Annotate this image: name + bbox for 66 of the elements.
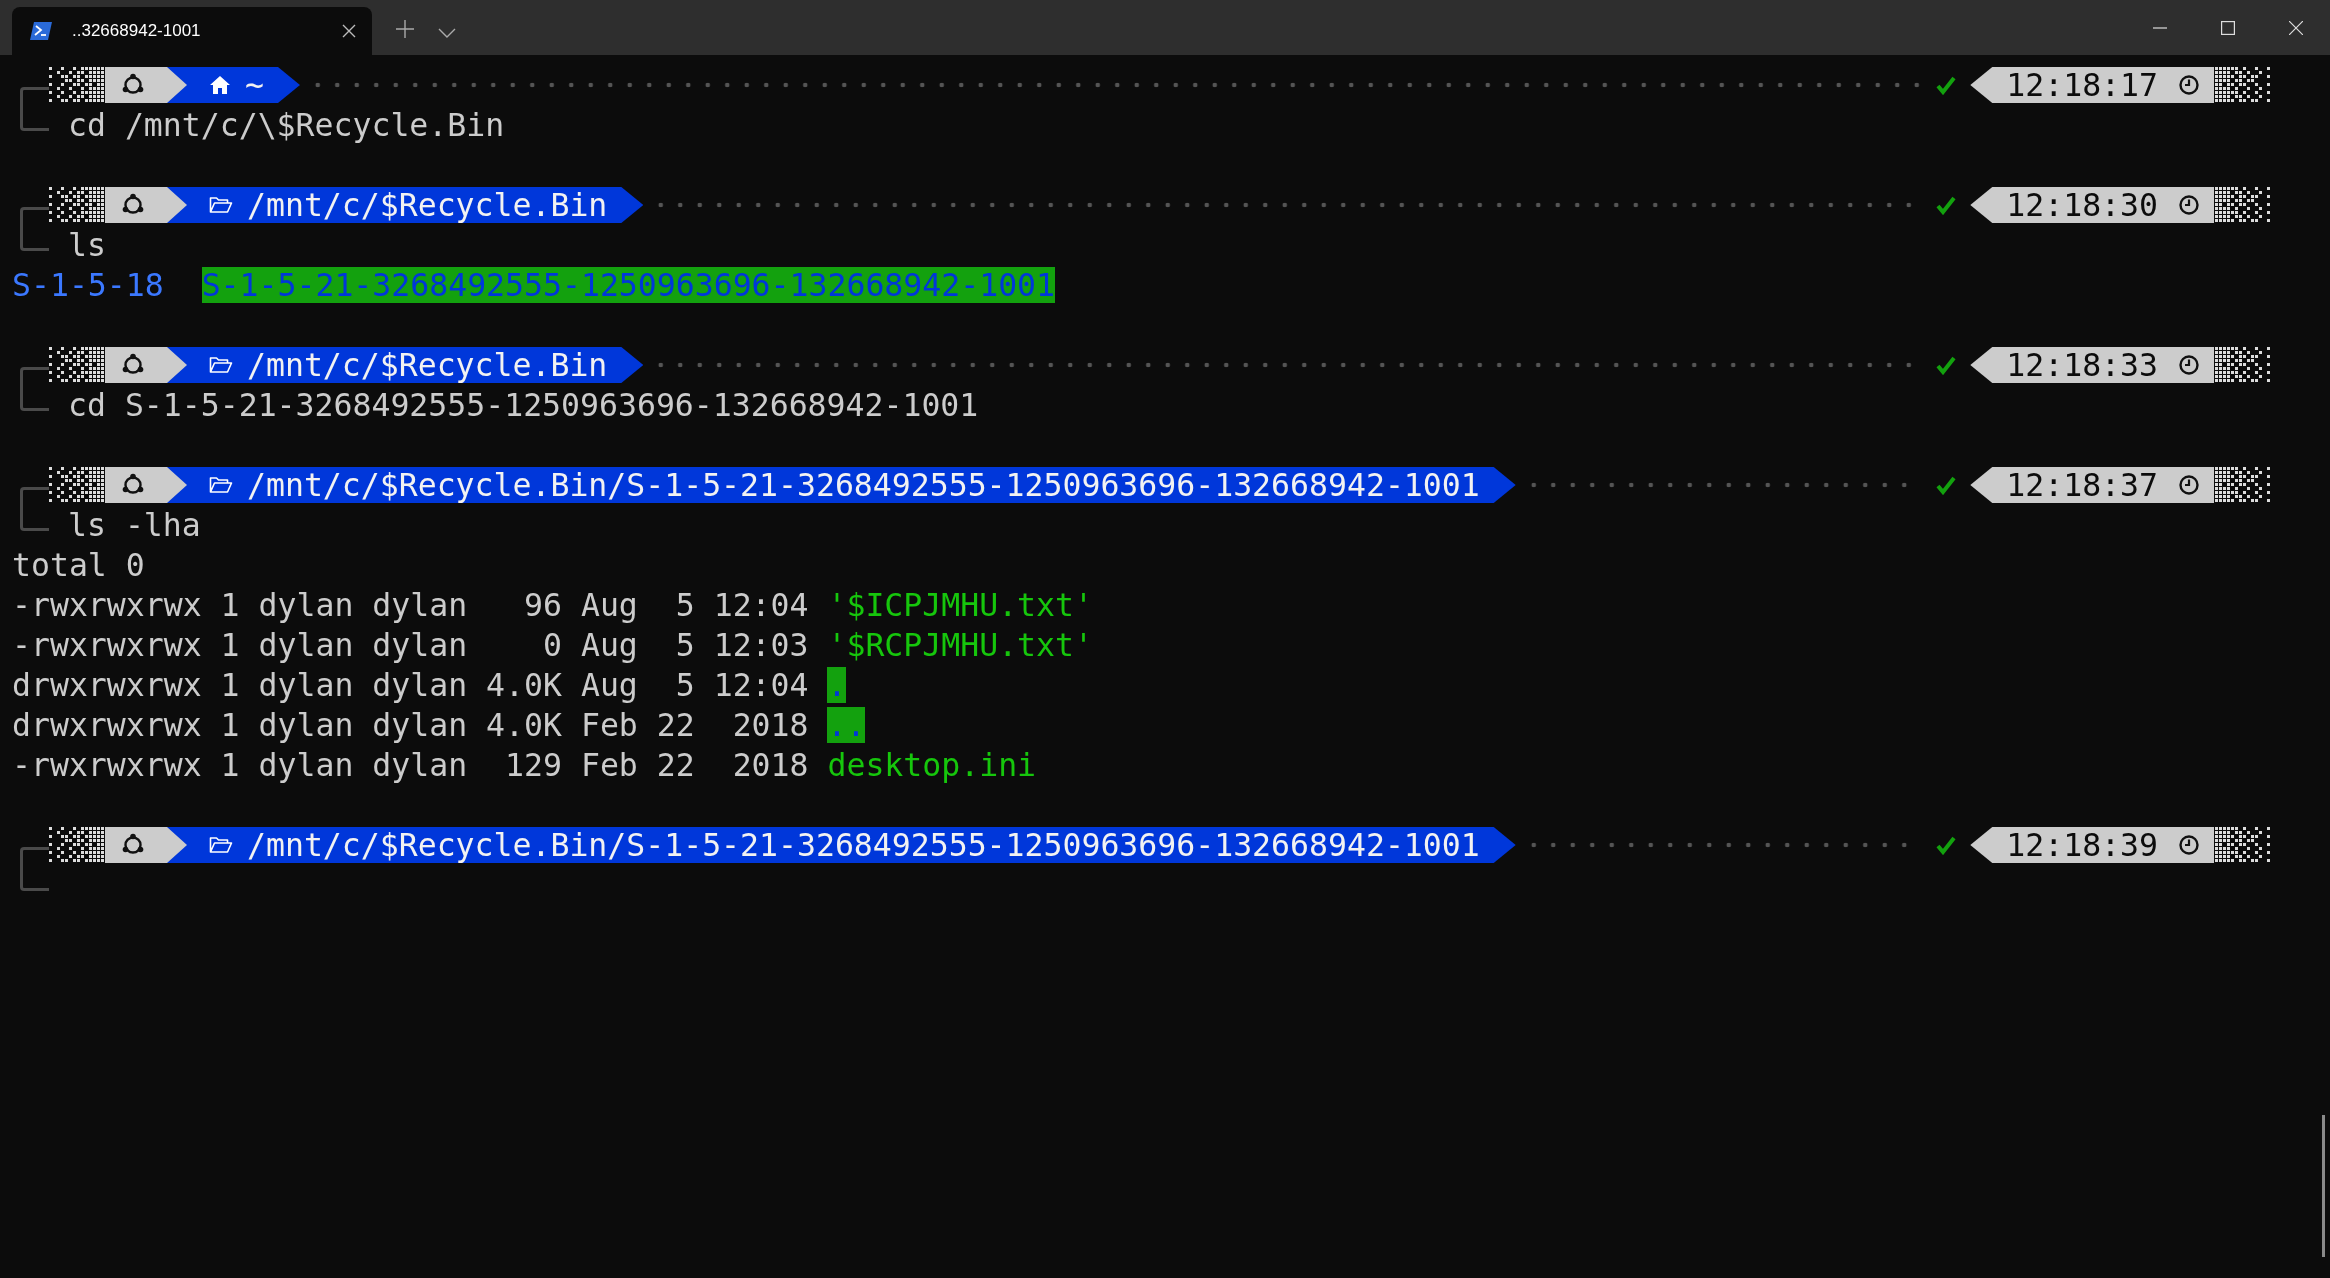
scrollbar-thumb[interactable]: [2322, 1115, 2325, 1257]
maximize-icon[interactable]: [2221, 21, 2235, 35]
ubuntu-logo-icon: [121, 193, 145, 217]
close-tab-icon[interactable]: [342, 24, 356, 38]
time-text: 12:18:30: [2006, 187, 2158, 223]
dither-pattern: [2214, 827, 2270, 863]
dither-pattern: [2214, 467, 2270, 503]
dither-pattern: [2214, 67, 2270, 103]
clock-icon: [2178, 474, 2200, 496]
path-text: /mnt/c/$Recycle.Bin: [247, 187, 608, 223]
ubuntu-logo-icon: [121, 473, 145, 497]
dither-pattern: [2214, 347, 2270, 383]
folder-icon: [209, 196, 233, 214]
folder-icon: [209, 356, 233, 374]
folder-icon: [209, 836, 233, 854]
ubuntu-logo-icon: [121, 353, 145, 377]
file-name: .: [827, 667, 847, 703]
file-name: desktop.ini: [827, 747, 1037, 783]
folder-icon: [209, 476, 233, 494]
file-info: -rwxrwxrwx 1 dylan dylan 129 Feb 22 2018: [12, 747, 809, 783]
time-text: 12:18:17: [2006, 67, 2158, 103]
output-text: total 0: [12, 547, 145, 583]
command-text: cd S-1-5-21-3268492555-1250963696-132668942-1001: [68, 387, 979, 423]
file-name: '$RCPJMHU.txt': [827, 627, 1093, 663]
path-text: /mnt/c/$Recycle.Bin/S-1-5-21-3268492555-1250963696-132668942-1001: [247, 467, 1480, 503]
dither-pattern: [2214, 187, 2270, 223]
dither-pattern: [49, 67, 105, 103]
path-text: /mnt/c/$Recycle.Bin/S-1-5-21-3268492555-1250963696-132668942-1001: [247, 827, 1480, 863]
file-info: drwxrwxrwx 1 dylan dylan 4.0K Aug 5 12:04: [12, 667, 809, 703]
prompt-connector: [20, 367, 49, 411]
prompt-connector: [20, 207, 49, 251]
file-info: -rwxrwxrwx 1 dylan dylan 0 Aug 5 12:03: [12, 627, 809, 663]
file-name: '$ICPJMHU.txt': [827, 587, 1093, 623]
command-text: ls: [68, 227, 106, 263]
file-info: -rwxrwxrwx 1 dylan dylan 96 Aug 5 12:04: [12, 587, 809, 623]
terminal-tab[interactable]: ..32668942-1001: [12, 7, 372, 55]
time-text: 12:18:33: [2006, 347, 2158, 383]
file-info: drwxrwxrwx 1 dylan dylan 4.0K Feb 22 2018: [12, 707, 809, 743]
prompt-connector: [20, 487, 49, 531]
new-tab-plus-icon[interactable]: [396, 20, 414, 38]
tab-title: ..32668942-1001: [72, 21, 202, 41]
dither-pattern: [49, 467, 105, 503]
file-name: S-1-5-18: [12, 267, 164, 303]
time-text: 12:18:37: [2006, 467, 2158, 503]
close-window-icon[interactable]: [2289, 21, 2303, 35]
file-name: S-1-5-21-3268492555-1250963696-132668942-1001: [201, 267, 1056, 303]
ubuntu-logo-icon: [121, 73, 145, 97]
dither-pattern: [49, 187, 105, 223]
path-text: /mnt/c/$Recycle.Bin: [247, 347, 608, 383]
command-text: ls -lha: [68, 507, 201, 543]
time-text: 12:18:39: [2006, 827, 2158, 863]
dither-pattern: [49, 347, 105, 383]
clock-icon: [2178, 74, 2200, 96]
clock-icon: [2178, 194, 2200, 216]
home-icon: [209, 75, 231, 95]
dropdown-chevron-icon[interactable]: [438, 28, 456, 38]
clock-icon: [2178, 834, 2200, 856]
prompt-connector: [20, 847, 49, 891]
command-text: cd /mnt/c/\$Recycle.Bin: [68, 107, 505, 143]
clock-icon: [2178, 354, 2200, 376]
powershell-icon: [30, 22, 52, 40]
prompt-connector: [20, 87, 49, 131]
path-text: ~: [245, 67, 264, 103]
ubuntu-logo-icon: [121, 833, 145, 857]
file-name: ..: [827, 707, 866, 743]
dither-pattern: [49, 827, 105, 863]
